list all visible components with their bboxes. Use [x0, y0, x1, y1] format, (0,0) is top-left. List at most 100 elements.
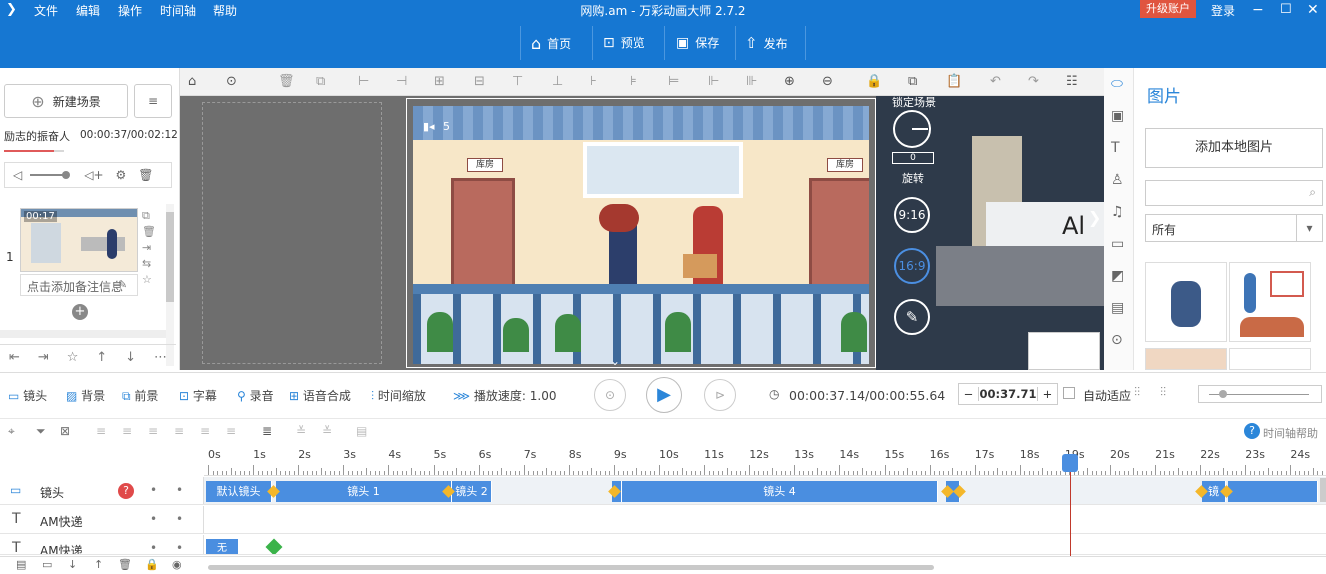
scene-list-button[interactable]: ≡	[134, 84, 172, 118]
play-button[interactable]: ▶	[646, 377, 682, 413]
zoom-out-icon[interactable]: ⊖	[822, 74, 833, 89]
asset-thumb[interactable]	[1145, 348, 1227, 370]
zoom-slider[interactable]	[1198, 385, 1322, 403]
lock-dot[interactable]: •	[176, 483, 183, 497]
distribute-v-icon[interactable]: ⊨	[668, 74, 679, 89]
visibility-dot[interactable]: •	[150, 512, 157, 526]
ratio-169-button[interactable]: 16:9	[894, 248, 930, 284]
lock-icon[interactable]: 🔒	[145, 558, 159, 571]
effect-icon[interactable]: ◩	[1111, 268, 1124, 284]
align-icon[interactable]: ≡	[226, 424, 236, 438]
lock-icon[interactable]: 🔒	[866, 74, 882, 89]
merge-icon[interactable]: ≚	[322, 424, 332, 438]
add-local-image-button[interactable]: 添加本地图片	[1145, 128, 1323, 168]
move-down-icon[interactable]: ↓	[68, 558, 77, 571]
character-icon[interactable]: ♙	[1111, 172, 1124, 188]
timeline-help-link[interactable]: 时间轴帮助	[1263, 425, 1318, 441]
question-icon[interactable]: ?	[118, 483, 134, 499]
star-icon[interactable]: ☆	[142, 272, 156, 288]
image-icon[interactable]: ▣	[1111, 108, 1124, 124]
more-icon[interactable]: ⊙	[1111, 332, 1123, 348]
align-top-icon[interactable]: ⊤	[512, 74, 523, 89]
camera-segment[interactable]: 默认镜头	[206, 481, 272, 502]
move-up-icon[interactable]: ↑	[96, 350, 107, 365]
folder-icon[interactable]: ▭	[42, 558, 52, 571]
category-select[interactable]: 所有 ▾	[1145, 214, 1323, 242]
expand-arrow-icon[interactable]: ❯	[1088, 208, 1101, 227]
more-icon[interactable]: ⊙	[226, 74, 237, 89]
move-down-icon[interactable]: ↓	[125, 350, 136, 365]
visibility-dot[interactable]: •	[150, 541, 157, 554]
rotate-input[interactable]: 0	[892, 152, 934, 164]
lock-dot[interactable]: •	[176, 512, 183, 526]
align-bottom-icon[interactable]: ⊦	[590, 74, 597, 89]
prev-frame-button[interactable]: ⊙	[594, 379, 626, 411]
move-up-icon[interactable]: ↑	[94, 558, 103, 571]
lock-scene-label[interactable]: 锁定场景	[892, 94, 936, 110]
tab-speed[interactable]: ⋙ 播放速度: 1.00	[453, 387, 563, 404]
align-icon[interactable]: ≡	[148, 424, 158, 438]
nav-save-button[interactable]: ▣ 保存	[676, 34, 719, 51]
minimize-icon[interactable]: −	[1252, 2, 1264, 18]
add-scene-icon[interactable]: +	[72, 304, 88, 320]
copy-icon[interactable]: ⧉	[908, 74, 917, 89]
distribute-space-icon[interactable]: ⊩	[708, 74, 719, 89]
scene-in-icon[interactable]: ⇤	[9, 350, 20, 365]
align-icon[interactable]: ≡	[200, 424, 210, 438]
tab-camera[interactable]: ▭ 镜头	[8, 387, 66, 404]
scene-scrollbar[interactable]	[166, 204, 174, 366]
nav-preview-button[interactable]: ⊡ 预览	[603, 34, 645, 51]
align-center-icon[interactable]: ⊣	[396, 74, 407, 89]
timeline-scrollbar[interactable]	[208, 565, 934, 570]
close-icon[interactable]: ✕	[1307, 2, 1319, 18]
maximize-icon[interactable]: ☐	[1280, 2, 1292, 17]
tab-tts[interactable]: ⊞ 语音合成	[289, 387, 371, 404]
delete-icon[interactable]: 🗑	[142, 224, 156, 240]
tab-background[interactable]: ▨ 背景	[66, 387, 122, 404]
ratio-916-button[interactable]: 9:16	[894, 197, 930, 233]
mini-map[interactable]	[1028, 332, 1100, 370]
login-link[interactable]: 登录	[1211, 2, 1235, 19]
add-keyframe-icon[interactable]	[265, 538, 283, 554]
text-icon[interactable]: T	[1111, 140, 1120, 156]
trash-icon[interactable]: 🗑	[138, 168, 153, 182]
playhead-handle[interactable]	[1062, 454, 1078, 472]
group-icon[interactable]: ⧉	[316, 74, 325, 89]
transition-icon[interactable]: ⇆	[142, 256, 156, 272]
ruler-icon[interactable]: ⫶⫶	[1160, 385, 1166, 400]
caption-icon[interactable]: ▭	[1111, 236, 1124, 252]
time-jump-field[interactable]: − 00:37.71 +	[958, 383, 1058, 405]
lock-dot[interactable]: •	[176, 541, 183, 554]
volume-up-icon[interactable]: ◁+	[84, 168, 103, 182]
distribute-h-icon[interactable]: ⊧	[630, 74, 637, 89]
filter-icon[interactable]: ⏷	[36, 424, 46, 439]
next-frame-button[interactable]: ⊳	[704, 379, 736, 411]
scene-out-icon[interactable]: ⇥	[38, 350, 49, 365]
folder-add-icon[interactable]: ▤	[16, 558, 26, 571]
tab-foreground[interactable]: ⧉ 前景	[122, 387, 179, 404]
auto-fit-checkbox[interactable]	[1063, 387, 1075, 399]
asset-thumb[interactable]	[1229, 262, 1311, 342]
asset-search-input[interactable]: ⌕	[1145, 180, 1323, 206]
time-minus-button[interactable]: −	[959, 387, 979, 401]
tab-time-scale[interactable]: ⫶ 时间缩放	[371, 387, 453, 404]
align-right-icon[interactable]: ⊟	[474, 74, 485, 89]
scene-thumbnail[interactable]: 00:17	[20, 208, 138, 272]
gallery-icon[interactable]: ▤	[1111, 300, 1124, 316]
visibility-dot[interactable]: •	[150, 483, 157, 497]
collapse-icon[interactable]: ⌄	[610, 354, 620, 368]
help-icon[interactable]: ?	[1244, 423, 1260, 439]
layers-icon[interactable]: ☷	[1066, 74, 1078, 89]
redo-icon[interactable]: ↷	[1028, 74, 1039, 89]
nav-home-button[interactable]: ⌂ 首页	[531, 34, 571, 53]
align-left-icon[interactable]: ⊢	[358, 74, 369, 89]
align-middle-icon[interactable]: ⊥	[552, 74, 563, 89]
paste-icon[interactable]: 📋	[946, 74, 962, 89]
clear-filter-icon[interactable]: ⊠	[60, 424, 70, 438]
volume-down-icon[interactable]: ◁	[13, 168, 22, 182]
shapes-icon[interactable]: ⬭	[1111, 76, 1123, 92]
camera-segment[interactable]: 镜头 2	[452, 481, 492, 502]
edit-camera-button[interactable]: ✎	[894, 299, 930, 335]
asset-thumb[interactable]	[1229, 348, 1311, 370]
track-scrollbar[interactable]	[1320, 478, 1326, 502]
